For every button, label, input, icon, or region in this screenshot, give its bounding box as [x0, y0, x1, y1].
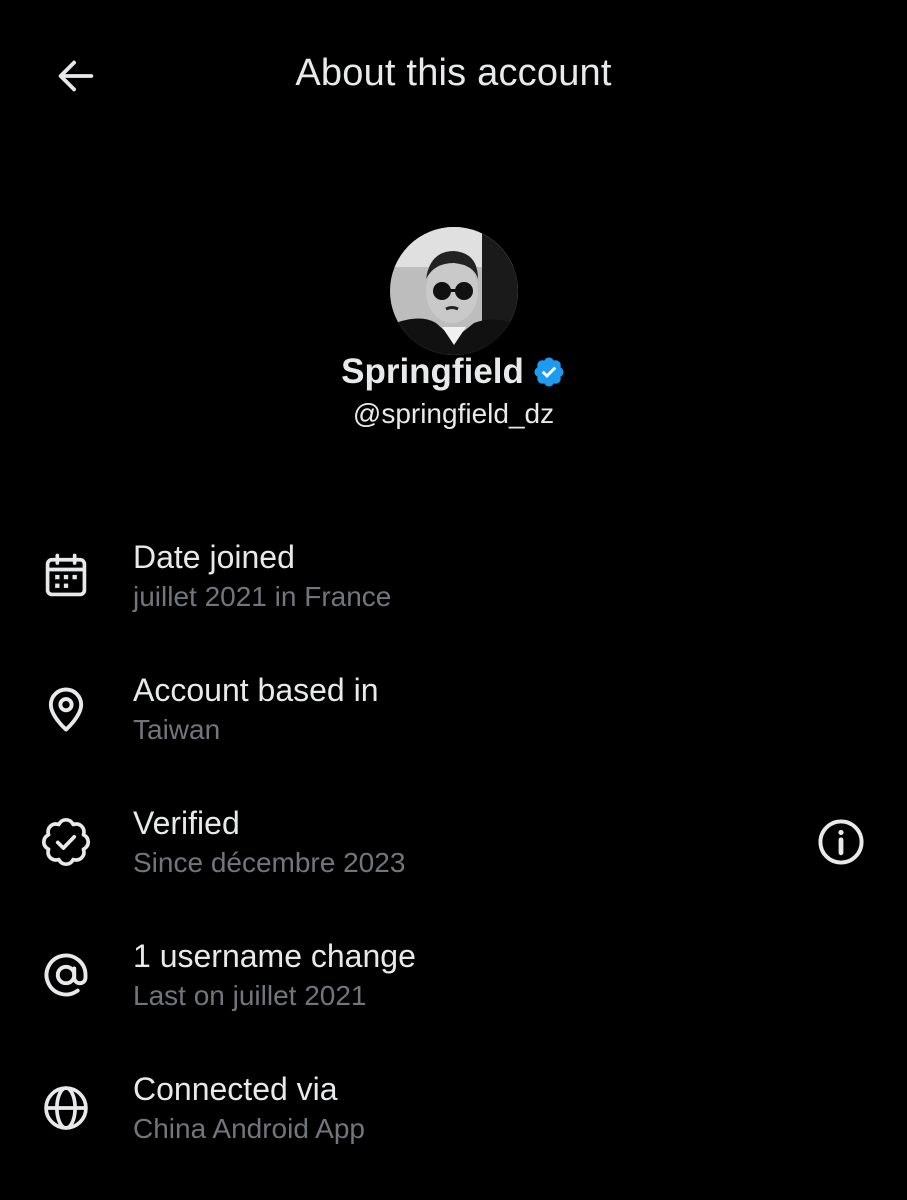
info-title: Date joined [133, 539, 295, 575]
info-title: Connected via [133, 1071, 338, 1107]
username-handle: @springfield_dz [352, 398, 555, 429]
info-row-username-change: 1 username change Last on juillet 2021 [0, 919, 907, 1052]
display-name: Springfield [341, 352, 524, 391]
verified-check-icon [532, 355, 566, 389]
page-title: About this account [295, 52, 612, 94]
avatar-image [390, 227, 518, 355]
info-row-date-joined: Date joined juillet 2021 in France [0, 520, 907, 653]
calendar-icon [38, 548, 94, 604]
info-subtitle: juillet 2021 in France [133, 581, 392, 612]
location-pin-icon [38, 681, 94, 737]
info-title: Account based in [133, 672, 379, 708]
info-icon [818, 819, 864, 865]
account-info-list: Date joined juillet 2021 in France Accou… [0, 520, 907, 1185]
info-subtitle: Taiwan [133, 714, 221, 745]
avatar[interactable] [390, 227, 518, 355]
info-title: 1 username change [133, 938, 416, 974]
at-sign-icon [38, 947, 94, 1003]
info-row-account-based-in: Account based in Taiwan [0, 653, 907, 786]
display-name-row: Springfield [0, 352, 907, 392]
globe-icon [38, 1080, 94, 1136]
info-subtitle: Since décembre 2023 [133, 847, 406, 878]
info-subtitle: Last on juillet 2021 [133, 980, 367, 1011]
top-bar: About this account [0, 0, 907, 150]
info-subtitle: China Android App [133, 1113, 365, 1144]
info-row-verified: Verified Since décembre 2023 [0, 786, 907, 919]
info-button[interactable] [813, 814, 869, 870]
info-row-connected-via: Connected via China Android App [0, 1052, 907, 1185]
verified-badge-outline-icon [38, 814, 94, 870]
info-title: Verified [133, 805, 240, 841]
